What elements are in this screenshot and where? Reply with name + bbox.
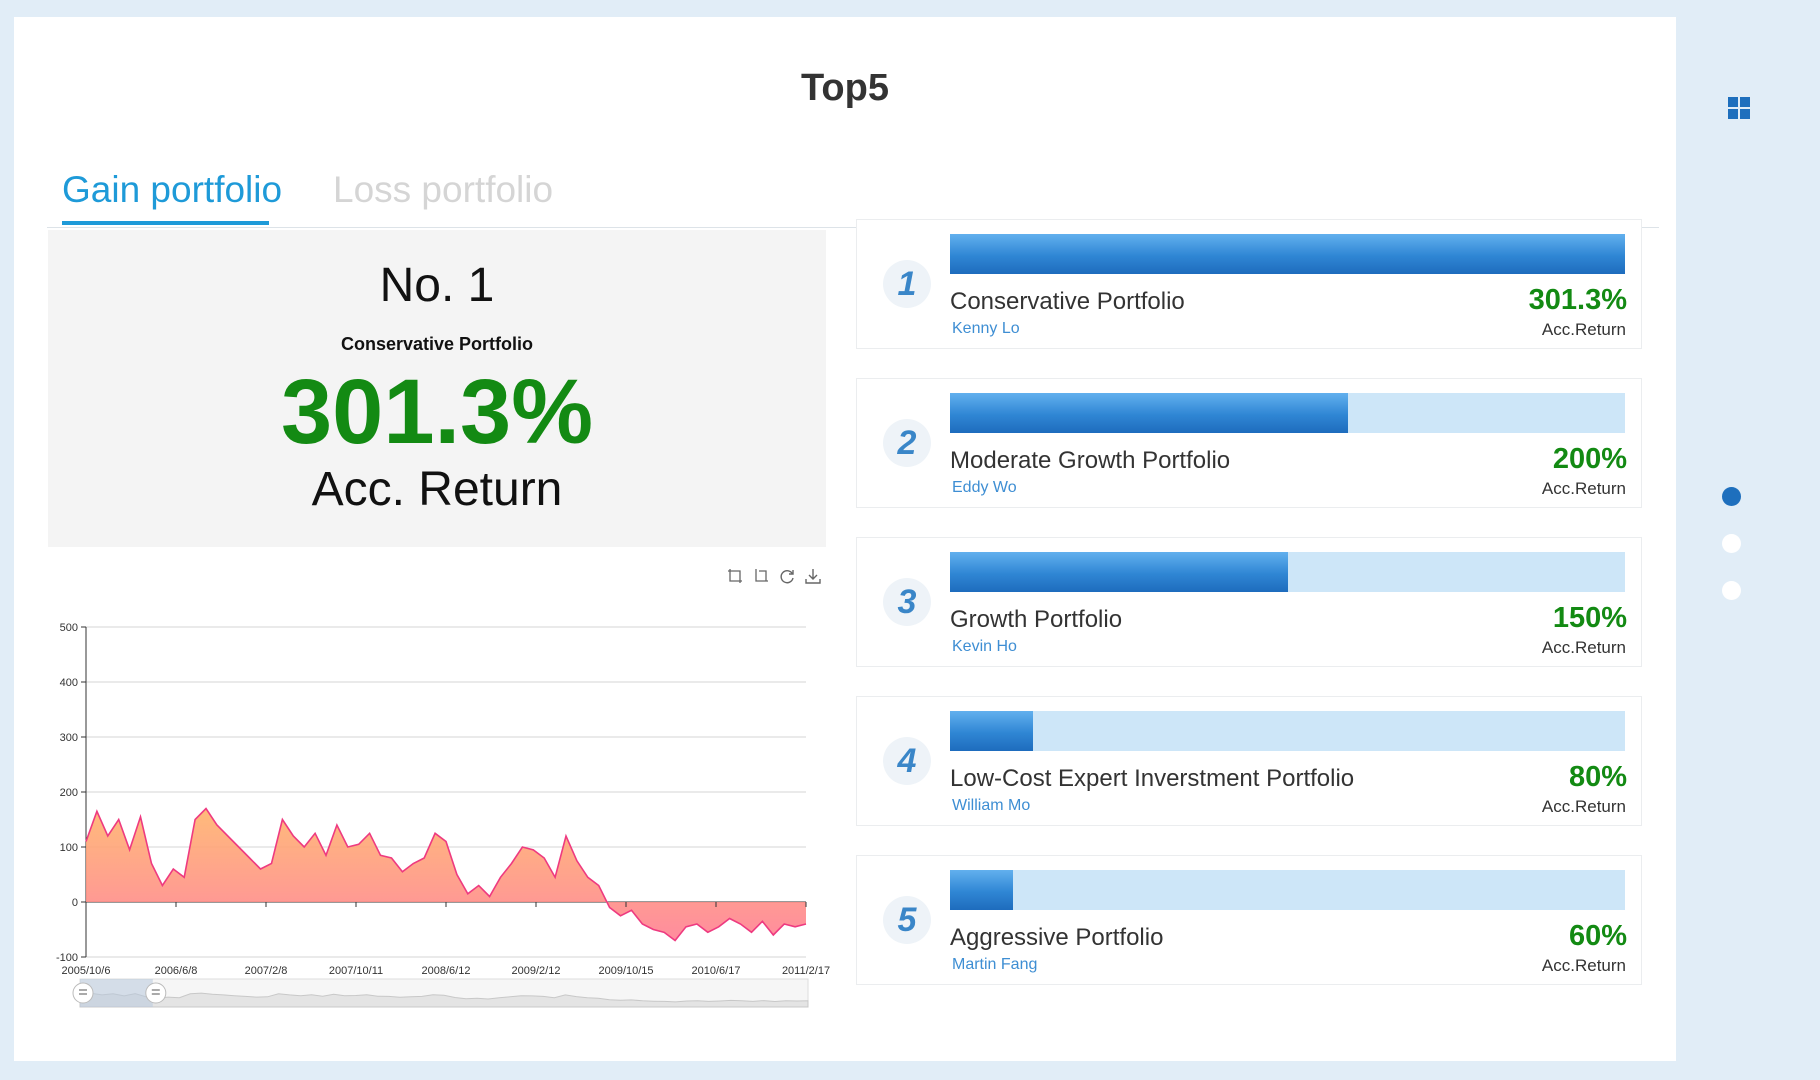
page-dot-3[interactable] xyxy=(1722,581,1741,600)
y-tick-label: 200 xyxy=(60,787,78,799)
active-tab-indicator xyxy=(62,221,269,225)
return-bar-fill xyxy=(950,711,1034,751)
ranking-card[interactable]: 2 Moderate Growth Portfolio Eddy Wo 200%… xyxy=(856,378,1642,508)
ranking-return-label: Acc.Return xyxy=(1541,956,1626,975)
rank-number-badge: 5 xyxy=(883,896,931,944)
x-tick-label: 2010/6/17 xyxy=(692,965,741,977)
top-portfolio-panel: No. 1 Conservative Portfolio 301.3% Acc.… xyxy=(48,230,826,547)
hero-portfolio-name: Conservative Portfolio xyxy=(340,334,534,354)
ranking-card[interactable]: 3 Growth Portfolio Kevin Ho 150% Acc.Ret… xyxy=(856,537,1642,667)
return-bar-fill xyxy=(950,552,1289,592)
rank-number-badge: 4 xyxy=(883,737,931,785)
ranking-portfolio-name: Aggressive Portfolio xyxy=(950,924,1164,951)
ranking-portfolio-name: Low-Cost Expert Inverstment Portfolio xyxy=(950,765,1355,792)
y-tick-label: -100 xyxy=(56,952,78,964)
y-tick-label: 500 xyxy=(60,622,78,634)
zoom-reset-icon[interactable] xyxy=(752,567,770,585)
ranking-return-label: Acc.Return xyxy=(1541,638,1626,657)
x-tick-label: 2009/2/12 xyxy=(512,965,561,977)
hero-return-label: Acc. Return xyxy=(311,463,563,516)
ranking-return-value: 150% xyxy=(1552,602,1627,634)
ranking-card[interactable]: 5 Aggressive Portfolio Martin Fang 60% A… xyxy=(856,855,1642,985)
main-card: Top5 Gain portfolio Loss portfolio No. 1… xyxy=(14,17,1676,1061)
ranking-return-value: 200% xyxy=(1552,443,1627,475)
zoom-slider-handle[interactable] xyxy=(72,982,94,1004)
tab-gain-portfolio[interactable]: Gain portfolio xyxy=(62,169,282,211)
x-tick-label: 2009/10/15 xyxy=(598,965,653,977)
ranking-portfolio-owner[interactable]: Martin Fang xyxy=(952,956,1037,974)
ranking-card[interactable]: 4 Low-Cost Expert Inverstment Portfolio … xyxy=(856,696,1642,826)
page-dot-1[interactable] xyxy=(1722,487,1741,506)
x-tick-label: 2005/10/6 xyxy=(62,965,111,977)
ranking-return-value: 80% xyxy=(1568,761,1627,793)
ranking-portfolio-name: Growth Portfolio xyxy=(950,606,1123,633)
ranking-portfolio-name: Conservative Portfolio xyxy=(950,288,1185,315)
return-bar-track xyxy=(950,234,1625,274)
y-tick-label: 100 xyxy=(60,842,78,854)
rank-number-badge: 1 xyxy=(883,260,931,308)
ranking-portfolio-name: Moderate Growth Portfolio xyxy=(950,447,1231,474)
restore-icon[interactable] xyxy=(778,567,796,585)
grid-view-icon[interactable] xyxy=(1728,97,1750,119)
ranking-return-label: Acc.Return xyxy=(1541,479,1626,498)
hero-rank: No. 1 xyxy=(379,259,495,312)
page-title: Top5 xyxy=(801,67,889,109)
page-dot-2[interactable] xyxy=(1722,534,1741,553)
ranking-card[interactable]: 1 Conservative Portfolio Kenny Lo 301.3%… xyxy=(856,219,1642,349)
ranking-return-label: Acc.Return xyxy=(1541,320,1626,339)
ranking-portfolio-owner[interactable]: Kevin Ho xyxy=(952,638,1017,656)
ranking-portfolio-owner[interactable]: Kenny Lo xyxy=(952,320,1020,338)
download-icon[interactable] xyxy=(804,567,822,585)
y-tick-label: 300 xyxy=(60,732,78,744)
x-tick-label: 2006/6/8 xyxy=(155,965,198,977)
hero-return-value: 301.3% xyxy=(280,361,594,463)
ranking-return-label: Acc.Return xyxy=(1541,797,1626,816)
accumulated-return-chart: -100 0 100 200 300 400 500 2005/10/6 2006/6/8 200… xyxy=(56,622,830,1008)
zoom-icon[interactable] xyxy=(726,567,744,585)
return-bar-fill xyxy=(950,393,1348,433)
y-tick-label: 400 xyxy=(60,677,78,689)
rank-number-badge: 3 xyxy=(883,578,931,626)
x-tick-label: 2011/2/17 xyxy=(782,965,830,977)
return-bar-track xyxy=(950,552,1625,592)
ranking-return-value: 60% xyxy=(1568,920,1627,952)
y-tick-label: 0 xyxy=(72,897,78,909)
return-bar-track xyxy=(950,870,1625,910)
zoom-slider-handle[interactable] xyxy=(145,982,167,1004)
x-tick-label: 2007/2/8 xyxy=(245,965,288,977)
return-bar-fill xyxy=(950,234,1625,274)
return-bar-fill xyxy=(950,870,1013,910)
x-tick-label: 2008/6/12 xyxy=(422,965,471,977)
ranking-portfolio-owner[interactable]: William Mo xyxy=(952,797,1030,815)
x-tick-label: 2007/10/11 xyxy=(329,965,383,977)
tab-loss-portfolio[interactable]: Loss portfolio xyxy=(333,169,553,211)
ranking-portfolio-owner[interactable]: Eddy Wo xyxy=(952,479,1017,497)
ranking-return-value: 301.3% xyxy=(1528,284,1627,316)
return-bar-track xyxy=(950,393,1625,433)
rank-number-badge: 2 xyxy=(883,419,931,467)
tab-bar: Gain portfolio Loss portfolio xyxy=(47,147,1659,228)
return-bar-track xyxy=(950,711,1625,751)
